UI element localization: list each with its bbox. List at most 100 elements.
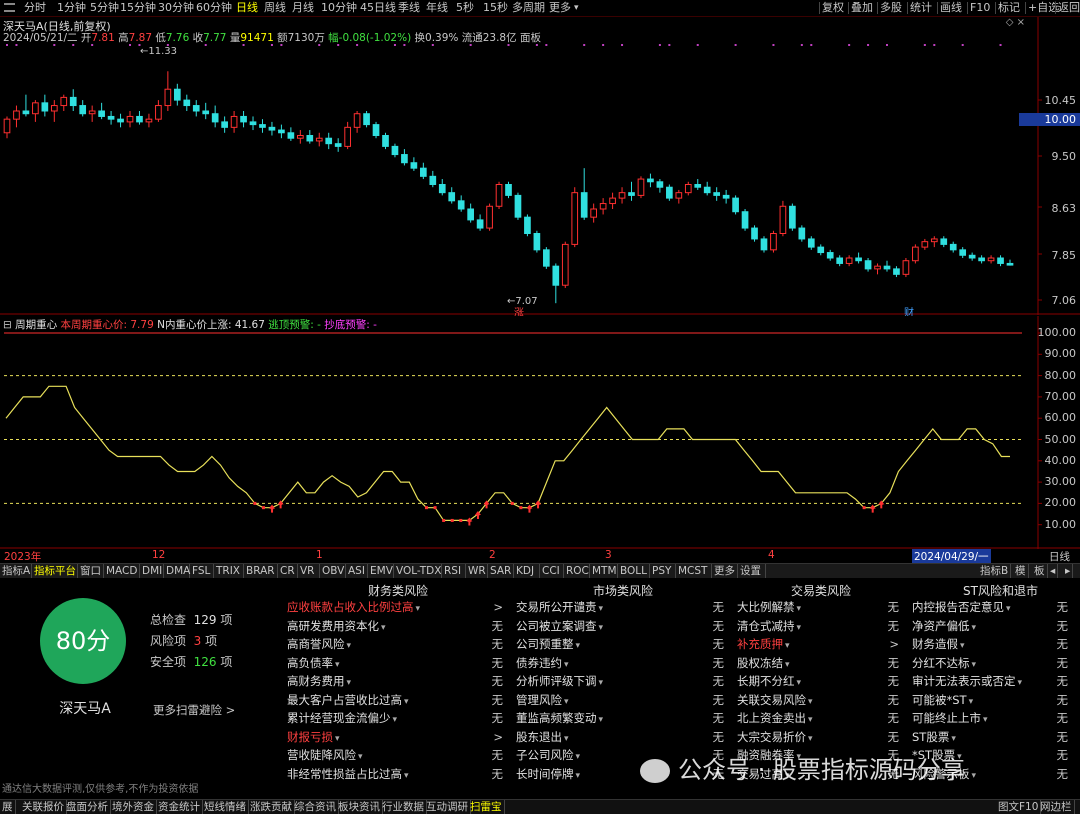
- indicator-tab[interactable]: 指标A: [0, 564, 32, 578]
- risk-row[interactable]: 分红不达标▾无: [912, 654, 1074, 672]
- period-tab[interactable]: 多周期: [512, 1, 545, 15]
- indicator-tab[interactable]: MCST: [676, 564, 712, 578]
- period-tab[interactable]: 60分钟: [196, 1, 232, 15]
- indicator-tab[interactable]: OBV: [320, 564, 346, 578]
- dropdown-icon[interactable]: ▾: [576, 752, 581, 762]
- chevron-right-icon[interactable]: >: [493, 598, 503, 616]
- bottom-tab[interactable]: 盘面分析: [64, 800, 111, 814]
- dropdown-icon[interactable]: ▾: [381, 623, 386, 633]
- risk-row[interactable]: 补充质押▾>: [737, 635, 905, 653]
- risk-row[interactable]: 最大客户占营收比过高▾无: [287, 691, 509, 709]
- risk-row[interactable]: 董监高频繁变动▾无: [516, 709, 730, 727]
- dropdown-icon[interactable]: ▾: [972, 771, 977, 781]
- indicator-tab[interactable]: EMV: [368, 564, 394, 578]
- bottom-tab[interactable]: 境外资金: [110, 800, 157, 814]
- period-tab[interactable]: 10分钟: [321, 1, 357, 15]
- risk-row[interactable]: 大比例解禁▾无: [737, 598, 905, 616]
- dropdown-icon[interactable]: ▾: [564, 734, 569, 744]
- bottom-tab[interactable]: 关联报价: [20, 800, 67, 814]
- dropdown-icon[interactable]: ▾: [951, 734, 956, 744]
- period-tab[interactable]: 45日线: [360, 1, 396, 15]
- risk-row[interactable]: 公司被立案调查▾无: [516, 617, 730, 635]
- indicator-tab[interactable]: 窗口: [78, 564, 104, 578]
- toolbar-button[interactable]: F10: [970, 1, 990, 15]
- dropdown-icon[interactable]: ▾: [797, 623, 802, 633]
- period-tab[interactable]: 30分钟: [158, 1, 194, 15]
- chevron-right-icon[interactable]: >: [889, 635, 899, 653]
- dropdown-icon[interactable]: ▾: [808, 697, 813, 707]
- period-tab[interactable]: 季线: [398, 1, 420, 15]
- period-tab[interactable]: 更多: [549, 1, 571, 15]
- dropdown-icon[interactable]: ▾: [785, 660, 790, 670]
- toolbar-button[interactable]: 画线: [940, 1, 962, 15]
- risk-row[interactable]: 应收账款占收入比例过高▾>: [287, 598, 509, 616]
- indicator-tab[interactable]: BRAR: [244, 564, 278, 578]
- period-tab[interactable]: 分时: [24, 1, 46, 15]
- dropdown-icon[interactable]: ▾: [564, 660, 569, 670]
- risk-row[interactable]: 审计无法表示或否定▾无: [912, 672, 1074, 690]
- bottom-tab[interactable]: 扫雷宝: [468, 800, 505, 814]
- toolbar-button[interactable]: 标记: [998, 1, 1020, 15]
- risk-row[interactable]: 财务造假▾无: [912, 635, 1074, 653]
- dropdown-icon[interactable]: ▾: [358, 752, 363, 762]
- dropdown-icon[interactable]: ▾: [797, 604, 802, 614]
- dropdown-icon[interactable]: ▾: [599, 715, 604, 725]
- dropdown-icon[interactable]: ▾: [335, 734, 340, 744]
- dropdown-icon[interactable]: ▾: [416, 604, 421, 614]
- risk-row[interactable]: 高负债率▾无: [287, 654, 509, 672]
- period-tab[interactable]: 5分钟: [90, 1, 119, 15]
- kline-chart[interactable]: 深天马A(日线,前复权) 2024/05/21/二 开7.81 高7.87 低7…: [0, 17, 1080, 315]
- period-tab[interactable]: 年线: [426, 1, 448, 15]
- chart-option-icons[interactable]: ◇ ×: [1006, 17, 1025, 28]
- dropdown-icon[interactable]: ▾: [576, 771, 581, 781]
- dropdown-icon[interactable]: ▾: [972, 660, 977, 670]
- risk-row[interactable]: 股权冻结▾无: [737, 654, 905, 672]
- risk-row[interactable]: 可能终止上市▾无: [912, 709, 1074, 727]
- bottom-tab[interactable]: 行业数据: [380, 800, 427, 814]
- dropdown-icon[interactable]: ▾: [574, 1, 579, 15]
- indicator-tab[interactable]: FSL: [190, 564, 214, 578]
- indicator-tab[interactable]: 设置: [738, 564, 766, 578]
- toolbar-button[interactable]: 统计: [910, 1, 932, 15]
- bottom-tab[interactable]: 展: [0, 800, 16, 814]
- indicator-tab[interactable]: DMA: [164, 564, 190, 578]
- dropdown-icon[interactable]: ▾: [347, 678, 352, 688]
- risk-row[interactable]: 清仓式减持▾无: [737, 617, 905, 635]
- indicator-tab[interactable]: SAR: [488, 564, 514, 578]
- indicator-toggle-icon[interactable]: ⊟: [3, 319, 12, 331]
- bottom-tab-right[interactable]: 网边栏: [1038, 800, 1075, 814]
- risk-row[interactable]: 长期不分红▾无: [737, 672, 905, 690]
- risk-row[interactable]: 北上资金卖出▾无: [737, 709, 905, 727]
- risk-row[interactable]: 可能被*ST▾无: [912, 691, 1074, 709]
- dropdown-icon[interactable]: ▾: [564, 697, 569, 707]
- period-tab[interactable]: 周线: [264, 1, 286, 15]
- period-tab[interactable]: 15秒: [483, 1, 508, 15]
- dropdown-icon[interactable]: ▾: [1018, 678, 1023, 688]
- indicator-tab[interactable]: TRIX: [214, 564, 244, 578]
- risk-row[interactable]: 内控报告否定意见▾无: [912, 598, 1074, 616]
- risk-row[interactable]: 非经常性损益占比过高▾无: [287, 765, 509, 783]
- indicator-chart[interactable]: ⊟ 周期重心 本周期重心价: 7.79 N内重心价上涨: 41.67 逃顶预警:…: [0, 316, 1080, 549]
- dropdown-icon[interactable]: ▾: [808, 715, 813, 725]
- period-tab[interactable]: 5秒: [456, 1, 474, 15]
- dropdown-icon[interactable]: ▾: [785, 641, 790, 651]
- indicator-tab[interactable]: 指标平台: [32, 564, 78, 578]
- dropdown-icon[interactable]: ▾: [797, 678, 802, 688]
- indicator-tab[interactable]: RSI: [442, 564, 466, 578]
- dropdown-icon[interactable]: ▾: [972, 623, 977, 633]
- period-tab[interactable]: 月线: [292, 1, 314, 15]
- dropdown-icon[interactable]: ▾: [808, 734, 813, 744]
- risk-row[interactable]: 财报亏损▾>: [287, 728, 509, 746]
- indicator-tab-right[interactable]: 指标B: [978, 564, 1011, 578]
- risk-row[interactable]: 关联交易风险▾无: [737, 691, 905, 709]
- risk-row[interactable]: 高财务费用▾无: [287, 672, 509, 690]
- dropdown-icon[interactable]: ▾: [960, 641, 965, 651]
- risk-row[interactable]: 高研发费用资本化▾无: [287, 617, 509, 635]
- dropdown-icon[interactable]: ▾: [347, 641, 352, 651]
- period-tab[interactable]: 1分钟: [57, 1, 86, 15]
- indicator-tab[interactable]: DMI: [140, 564, 164, 578]
- bottom-tab[interactable]: 涨跌贡献: [248, 800, 295, 814]
- indicator-tab[interactable]: CR: [278, 564, 298, 578]
- risk-row[interactable]: 分析师评级下调▾无: [516, 672, 730, 690]
- indicator-tab[interactable]: VR: [298, 564, 320, 578]
